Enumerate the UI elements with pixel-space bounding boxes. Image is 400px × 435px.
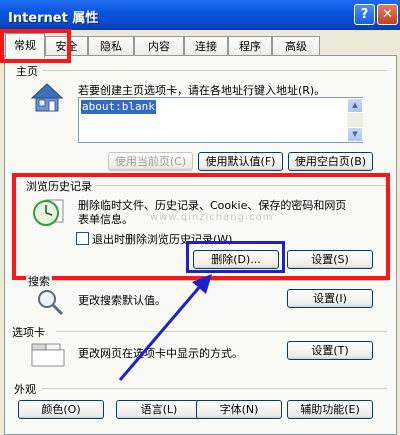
use-blank-button[interactable]: 使用空白页(B)	[288, 152, 373, 171]
home-icon	[30, 82, 64, 114]
scroll-down-arrow-icon[interactable]: ▼	[347, 127, 363, 142]
tabs-settings-button[interactable]: 设置(T)	[287, 341, 373, 360]
scroll-up-arrow-icon[interactable]: ▲	[347, 98, 363, 113]
close-button[interactable]: ✕	[377, 4, 398, 25]
tab-privacy[interactable]: 隐私	[88, 36, 134, 56]
fonts-button[interactable]: 字体(N)	[196, 400, 282, 419]
tab-connections[interactable]: 连接	[184, 36, 228, 56]
appearance-group-line	[42, 388, 387, 389]
homepage-description: 若要创建主页选项卡，请在各地址行键入地址(R)。	[78, 84, 326, 97]
homepage-url-value: about:blank	[81, 100, 156, 114]
tab-general[interactable]: 常规	[5, 33, 45, 57]
homepage-url-textarea[interactable]: about:blank ▲ ▼	[78, 97, 363, 143]
tab-advanced[interactable]: 高级	[272, 36, 320, 56]
help-button[interactable]: ?	[354, 4, 375, 25]
magnifier-icon	[34, 287, 66, 317]
search-group-label: 搜索	[26, 273, 52, 289]
homepage-group-label: 主页	[14, 63, 40, 79]
languages-button[interactable]: 语言(L)	[116, 400, 202, 419]
tabs-group-line	[56, 331, 387, 332]
tab-content[interactable]: 内容	[134, 36, 184, 56]
tab-programs[interactable]: 程序	[228, 36, 272, 56]
search-settings-button[interactable]: 设置(I)	[287, 289, 373, 308]
appearance-group-label: 外观	[12, 381, 38, 397]
tabs-icon	[30, 340, 66, 368]
window-title: Internet 属性	[8, 11, 99, 26]
accessibility-button[interactable]: 辅助功能(E)	[287, 400, 373, 419]
tabs-group-label: 选项卡	[10, 324, 47, 340]
url-scrollbar[interactable]: ▲ ▼	[347, 98, 363, 142]
annotation-arrow-icon	[110, 268, 220, 388]
colors-button[interactable]: 颜色(O)	[18, 400, 104, 419]
homepage-group-line	[42, 70, 387, 71]
use-current-button[interactable]: 使用当前页(C)	[108, 152, 193, 171]
use-default-button[interactable]: 使用默认值(F)	[198, 152, 283, 171]
history-group-label: 浏览历史记录	[24, 178, 94, 194]
